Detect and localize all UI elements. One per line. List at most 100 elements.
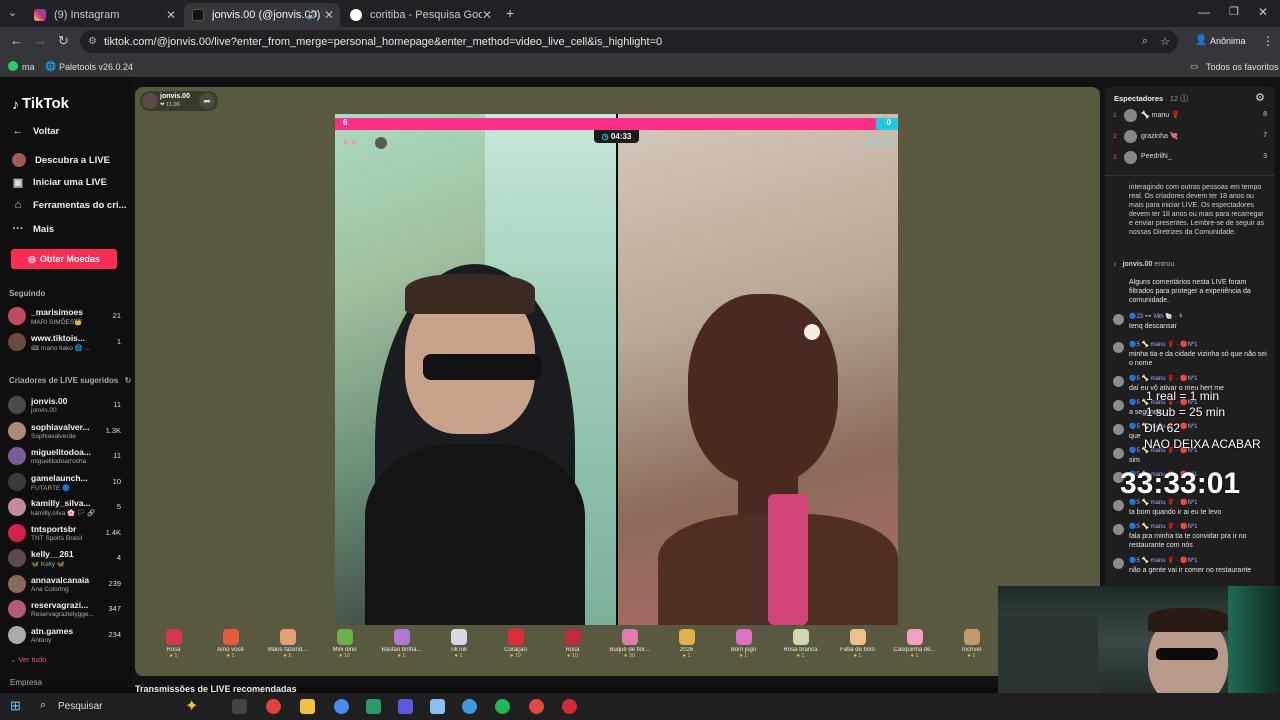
account-name: kelly__261: [31, 549, 74, 559]
battle-bar: 6 0: [335, 118, 898, 130]
gift-item[interactable]: Incrível ● 1: [943, 622, 1000, 659]
see-all-link[interactable]: ⌄ Ver tudo: [10, 655, 46, 664]
gift-item[interactable]: Casquinha de... ● 1: [886, 622, 943, 659]
close-tab-icon[interactable]: ✕: [324, 8, 334, 22]
url-field[interactable]: ⚙ tiktok.com/@jonvis.00/live?enter_from_…: [80, 30, 1178, 53]
back-icon[interactable]: ←: [10, 33, 23, 48]
tab-tiktok[interactable]: jonvis.00 (@jonvis.00) com 🔊 ✕: [184, 3, 340, 27]
close-tab-icon[interactable]: ✕: [482, 8, 492, 22]
viewer-count: 5: [116, 502, 121, 511]
task-view-icon[interactable]: [232, 699, 247, 714]
nav-discover-live[interactable]: Descubra a LIVE: [12, 153, 110, 167]
refresh-icon[interactable]: ↻: [125, 376, 132, 385]
gift-item[interactable]: Fatia de bolo ● 1: [829, 622, 886, 659]
new-tab-icon[interactable]: +: [506, 5, 514, 21]
bookmark-paletools[interactable]: Paletools v26.0.24: [59, 62, 133, 72]
reload-icon[interactable]: ↻: [58, 33, 69, 49]
windows-start-icon[interactable]: ⊞: [10, 698, 21, 714]
minimize-icon[interactable]: —: [1198, 5, 1210, 19]
back-link[interactable]: ← Voltar: [12, 125, 60, 137]
bookmark-ma[interactable]: ma: [22, 62, 35, 72]
tab-instagram[interactable]: (9) Instagram ✕: [26, 3, 182, 27]
forward-icon[interactable]: →: [34, 33, 47, 48]
tab-google[interactable]: coritiba - Pesquisa Google ✕: [342, 3, 498, 27]
viewer-name: 🦴 manu 🌹: [1141, 112, 1180, 119]
gift-icon: [792, 629, 809, 645]
profile-label[interactable]: Anônima: [1210, 36, 1246, 46]
company-link[interactable]: Empresa: [10, 678, 42, 687]
app-icon-3[interactable]: [430, 699, 445, 714]
zoom-icon[interactable]: ⌕: [1142, 35, 1148, 48]
bookmark-star-icon[interactable]: ☆: [1160, 35, 1170, 48]
app-icon-4[interactable]: [562, 699, 577, 714]
suggested-account[interactable]: kelly__261 🦋 Kelly 🦋 4: [8, 547, 124, 571]
suggested-account[interactable]: annavalcanaia Ana Coloring 239: [8, 573, 124, 597]
menu-icon[interactable]: ⋮: [1262, 34, 1274, 48]
chrome-active-icon[interactable]: [529, 699, 544, 714]
all-bookmarks[interactable]: Todos os favoritos: [1206, 62, 1279, 72]
chrome-icon[interactable]: [334, 699, 349, 714]
top-viewer-row[interactable]: 2 grazinha 💘 7: [1113, 130, 1267, 146]
store-icon[interactable]: [398, 699, 413, 714]
gift-icon: [906, 629, 923, 645]
restore-icon[interactable]: ❐: [1229, 5, 1239, 18]
gift-item[interactable]: Buquê de flor... ● 30: [601, 622, 658, 659]
site-info-icon[interactable]: ⚙: [88, 36, 97, 47]
suggested-account[interactable]: jonvis.00 jonvis.00 11: [8, 394, 124, 418]
spotify-icon[interactable]: [495, 699, 510, 714]
get-coins-button[interactable]: ◎ Obter Moedas: [11, 249, 117, 269]
copilot-icon[interactable]: ✦: [185, 696, 198, 716]
gift-item[interactable]: Mini dino ● 10: [316, 622, 373, 659]
share-icon[interactable]: ➦: [199, 93, 215, 109]
suggested-account[interactable]: kamilly_silva... kamilly.silva 🌸 🏳 🔗 5: [8, 496, 124, 520]
top-viewer-row[interactable]: 1 🦴 manu 🌹 8: [1113, 109, 1267, 125]
suggested-account[interactable]: tntsportsbr TNT Sports Brasil 1.4K: [8, 522, 124, 546]
whatsapp-icon: [8, 61, 18, 71]
suggested-account[interactable]: atn.games Antony 234: [8, 624, 124, 648]
gift-icon: [165, 629, 182, 645]
nav-more[interactable]: ··· Mais: [12, 223, 55, 235]
nav-creator-tools[interactable]: ⌂ Ferramentas do cri...: [12, 199, 127, 211]
close-window-icon[interactable]: ✕: [1258, 5, 1268, 19]
joined-row: ♪ jonvis.00 entrou: [1113, 261, 1175, 268]
close-tab-icon[interactable]: ✕: [166, 8, 176, 22]
suggested-account[interactable]: reservagrazi... Reservagrazielygge... 347: [8, 598, 124, 622]
gift-item[interactable]: Mãos fazend... ● 5: [259, 622, 316, 659]
suggested-account[interactable]: gamelaunch... FUTARTE 🔵 10: [8, 471, 124, 495]
gift-item[interactable]: Bastão brilha... ● 1: [373, 622, 430, 659]
edge-icon[interactable]: [462, 699, 477, 714]
host-name: jonvis.00: [160, 93, 190, 100]
message-badges: 🔵5 🦴 manu 🌹 · 🔴Nº1: [1129, 376, 1198, 382]
gift-item[interactable]: Bom jogo ● 1: [715, 622, 772, 659]
info-icon[interactable]: ⓘ: [1180, 94, 1188, 103]
app-icon-1[interactable]: [266, 699, 281, 714]
gift-item[interactable]: Amo você ● 1: [202, 622, 259, 659]
suggested-account[interactable]: sophiavalver... Sophiavalverde 1.3K: [8, 420, 124, 444]
filter-notice: Alguns comentários nesta LIVE foram filt…: [1129, 279, 1251, 304]
speaker-icon[interactable]: 🔊: [307, 10, 318, 21]
following-account[interactable]: _marisimoes MARI SIMÕES👑 21: [8, 305, 124, 329]
top-viewer-row[interactable]: 3 PeedrilN_ 3: [1113, 151, 1267, 167]
following-account[interactable]: www.tiktois... 🎟 mano tiako 🌐 ... 1: [8, 331, 124, 355]
suggested-account[interactable]: miguelitodoa... miguelitodoarrocha 11: [8, 445, 124, 469]
nav-start-live[interactable]: ▣ Iniciar uma LIVE: [12, 176, 107, 189]
viewer-avatar: [1124, 130, 1137, 143]
gift-item[interactable]: 2026 ● 1: [658, 622, 715, 659]
taskbar-search[interactable]: Pesquisar: [58, 701, 102, 712]
tiktok-note-icon: ♪: [12, 95, 19, 112]
gift-item[interactable]: Rosa ● 10: [544, 622, 601, 659]
tab-list-icon[interactable]: ⌄: [8, 6, 17, 19]
tiktok-logo[interactable]: ♪ TikTok: [12, 95, 69, 112]
gift-price: ● 1: [853, 653, 862, 659]
live-video[interactable]: 6 0 ◷ 04:33 ▣ ▣ ▣ ▣ ▣: [335, 114, 898, 625]
settings-icon[interactable]: ⚙: [1255, 91, 1265, 104]
score-left: 6: [343, 118, 348, 127]
battle-timer: ◷ 04:33: [594, 130, 639, 143]
gift-item[interactable]: Rosa branca ● 1: [772, 622, 829, 659]
file-explorer-icon[interactable]: [300, 699, 315, 714]
gift-item[interactable]: Rosa ● 1: [145, 622, 202, 659]
gift-item[interactable]: TikTok ● 1: [430, 622, 487, 659]
gift-item[interactable]: Coração ● 10: [487, 622, 544, 659]
app-icon-2[interactable]: [366, 699, 381, 714]
search-icon[interactable]: ⌕: [40, 699, 46, 712]
